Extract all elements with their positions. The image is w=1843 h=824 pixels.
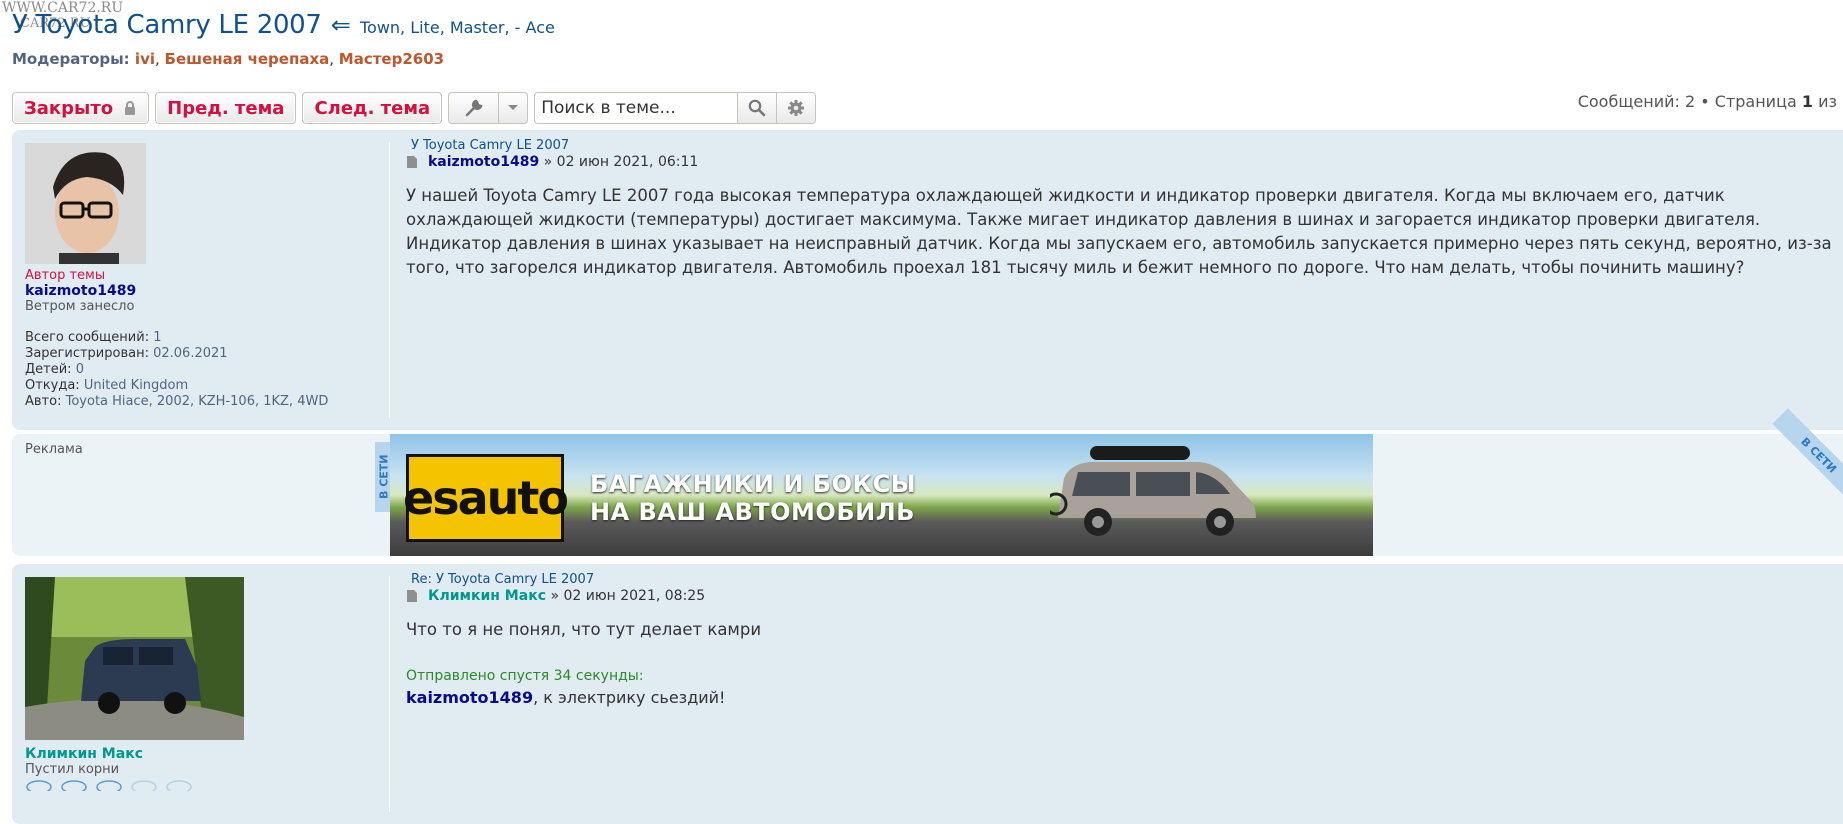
wrench-icon xyxy=(449,93,500,123)
topic-header: У Toyota Camry LE 2007 ⇐ Town, Lite, Mas… xyxy=(12,10,555,40)
post-icon[interactable] xyxy=(406,589,418,603)
profile-value: Toyota Hiace, 2002, KZH-106, 1KZ, 4WD xyxy=(65,394,329,409)
user-rank: Ветром занесло xyxy=(25,299,135,314)
next-topic-button[interactable]: След. тема xyxy=(302,92,443,124)
post-author-link[interactable]: kaizmoto1489 xyxy=(428,154,539,170)
ad-label: Реклама xyxy=(25,442,83,457)
ad-slogan-line1: БАГАЖНИКИ И БОКСЫ xyxy=(590,470,917,498)
reply-text-rest: , к электрику сьездий! xyxy=(533,688,726,707)
action-bar: Закрыто Пред. тема След. тема xyxy=(12,92,817,124)
search-button[interactable] xyxy=(737,93,777,123)
topic-locked-button[interactable]: Закрыто xyxy=(12,92,150,124)
advanced-search-button[interactable] xyxy=(776,93,816,123)
profile-value: 0 xyxy=(75,362,84,377)
post: Автор темы kaizmoto1489 Ветром занесло В… xyxy=(12,130,1843,430)
meta-separator: » xyxy=(550,588,560,604)
forum-link[interactable]: Town, Lite, Master, - Ace xyxy=(360,18,555,37)
reply-text: kaizmoto1489, к электрику сьездий! xyxy=(406,688,1842,707)
post-body: Re: У Toyota Camry LE 2007 Климкин Макс … xyxy=(406,572,1842,707)
topic-search-input[interactable] xyxy=(535,93,738,123)
pagination-info: Сообщений: 2 • Страница 1 из xyxy=(1578,92,1837,111)
user-mention[interactable]: kaizmoto1489 xyxy=(406,688,533,707)
search-icon xyxy=(748,99,766,117)
closed-label: Закрыто xyxy=(24,97,114,119)
post-divider xyxy=(389,576,390,812)
ad-slogan-line2: НА ВАШ АВТОМОБИЛЬ xyxy=(590,498,915,526)
post-profile: Автор темы kaizmoto1489 Ветром занесло В… xyxy=(25,143,385,410)
post-title[interactable]: У Toyota Camry LE 2007 xyxy=(411,138,1842,153)
current-page: 1 xyxy=(1801,92,1813,111)
post-profile: Климкин Макс Пустил корни xyxy=(25,577,385,795)
post-date: 02 июн 2021, 06:11 xyxy=(556,154,699,170)
post-content: Что то я не понял, что тут делает камри xyxy=(406,620,762,639)
pagination-of: из xyxy=(1818,92,1837,111)
next-topic-label: След. тема xyxy=(314,97,431,119)
advertisement-block: Реклама В СЕТИ esauto БАГАЖНИКИ И БОКСЫ … xyxy=(12,408,1843,556)
post-date: 02 июн 2021, 08:25 xyxy=(563,588,706,604)
meta-separator: » xyxy=(543,154,553,170)
moderator-link[interactable]: ivi xyxy=(135,50,155,68)
user-avatar[interactable] xyxy=(25,577,244,740)
profile-field: Всего сообщений: 1 xyxy=(25,330,162,345)
profile-field: Зарегистрирован: 02.06.2021 xyxy=(25,346,228,361)
moderator-link[interactable]: Бешеная черепаха xyxy=(165,50,330,68)
post: Климкин Макс Пустил корни Re: У Toyota C… xyxy=(12,564,1843,824)
moderator-link[interactable]: Мастер2603 xyxy=(339,50,444,68)
topic-tools-dropdown[interactable] xyxy=(448,92,529,124)
post-divider xyxy=(389,142,390,418)
moderators-label: Модераторы: xyxy=(12,50,130,68)
rank-stars-icon xyxy=(26,780,192,794)
post-author-link[interactable]: Климкин Макс xyxy=(428,588,546,604)
profile-username[interactable]: Климкин Макс xyxy=(25,746,385,762)
post-icon[interactable] xyxy=(406,155,418,169)
prev-topic-label: Пред. тема xyxy=(167,97,285,119)
profile-field: Детей: 0 xyxy=(25,362,84,377)
post-title[interactable]: Re: У Toyota Camry LE 2007 xyxy=(411,572,1842,587)
post-meta: Климкин Макс » 02 июн 2021, 08:25 xyxy=(406,588,1842,604)
topic-author-label: Автор темы xyxy=(25,268,106,283)
chevron-down-icon xyxy=(499,104,527,112)
lock-icon xyxy=(123,100,137,116)
merged-post-notice: Отправлено спустя 34 секунды: xyxy=(406,668,644,684)
prev-topic-button[interactable]: Пред. тема xyxy=(155,92,297,124)
topic-title[interactable]: У Toyota Camry LE 2007 xyxy=(12,10,322,40)
ad-logo-text: esauto xyxy=(403,471,569,525)
post-body: У Toyota Camry LE 2007 kaizmoto1489 » 02… xyxy=(406,138,1842,280)
user-rank: Пустил корни xyxy=(25,762,120,777)
moderators-line: Модераторы: ivi, Бешеная черепаха, Масте… xyxy=(12,50,445,68)
topic-search xyxy=(534,92,817,124)
gear-icon xyxy=(788,100,805,116)
profile-field: Откуда: United Kingdom xyxy=(25,378,189,393)
ad-logo: esauto xyxy=(403,454,569,542)
profile-value[interactable]: 1 xyxy=(153,330,161,345)
ad-banner[interactable]: esauto БАГАЖНИКИ И БОКСЫ НА ВАШ АВТОМОБИ… xyxy=(390,434,1373,556)
profile-value: United Kingdom xyxy=(83,378,189,393)
profile-value: 02.06.2021 xyxy=(153,346,228,361)
post-count-text: Сообщений: 2 • Страница xyxy=(1577,92,1797,111)
profile-fields: Всего сообщений: 1 Зарегистрирован: 02.0… xyxy=(25,330,385,410)
user-avatar[interactable] xyxy=(25,143,146,264)
van-image xyxy=(1050,446,1256,536)
post-content: У нашей Toyota Camry LE 2007 года высока… xyxy=(406,186,1832,277)
profile-field: Авто: Toyota Hiace, 2002, KZH-106, 1KZ, … xyxy=(25,394,329,409)
post-meta: kaizmoto1489 » 02 июн 2021, 06:11 xyxy=(406,154,1842,170)
forum-back-arrow: ⇐ xyxy=(330,11,351,39)
profile-username[interactable]: kaizmoto1489 xyxy=(25,283,385,299)
ad-slogan: БАГАЖНИКИ И БОКСЫ НА ВАШ АВТОМОБИЛЬ xyxy=(590,470,916,526)
